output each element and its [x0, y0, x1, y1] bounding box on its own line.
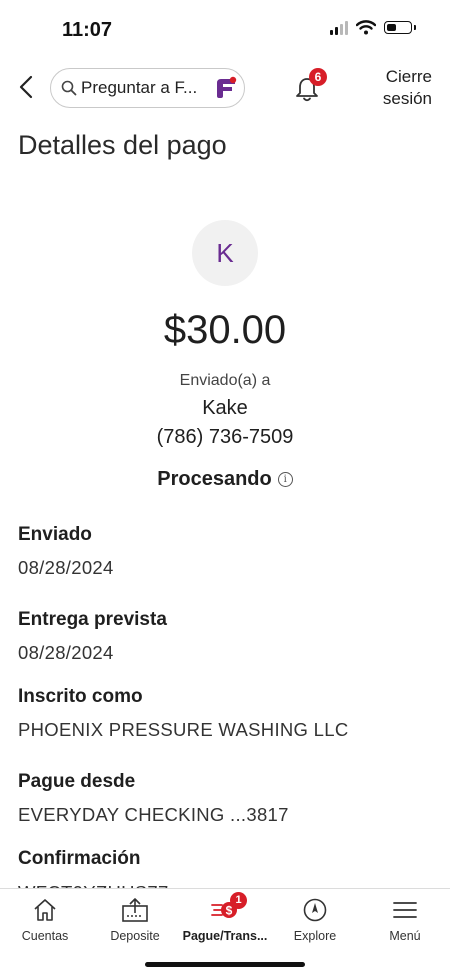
detail-sent-date: Enviado 08/28/2024 — [18, 524, 114, 579]
fargo-logo-icon — [217, 76, 237, 98]
signout-label-line2: sesión — [382, 89, 432, 108]
search-icon — [61, 80, 77, 96]
signout-link[interactable]: Cierre sesión — [352, 66, 432, 110]
payment-status: Procesando i — [0, 468, 450, 491]
home-indicator[interactable] — [145, 962, 305, 967]
cellular-signal-icon — [330, 20, 348, 35]
detail-value: 08/28/2024 — [18, 642, 114, 663]
detail-pay-from: Pague desde EVERYDAY CHECKING ...3817 — [18, 771, 289, 826]
payee-name: Kake — [202, 397, 248, 419]
tab-label: Explore — [293, 929, 337, 943]
status-bar: 11:07 — [0, 0, 450, 56]
search-placeholder: Preguntar a F... — [81, 78, 198, 97]
page-title: Detalles del pago — [18, 130, 227, 160]
tab-cuentas[interactable]: Cuentas — [0, 895, 90, 951]
detail-value: EVERYDAY CHECKING ...3817 — [18, 804, 289, 825]
status-icons — [330, 20, 416, 35]
detail-value: 08/28/2024 — [18, 557, 114, 578]
payment-amount: $30.00 — [163, 308, 287, 352]
detail-label: Inscrito como — [18, 686, 143, 707]
payee-phone: (786) 736-7509 — [156, 426, 294, 448]
payment-status-text: Procesando — [157, 468, 272, 490]
tab-badge: 1 — [230, 892, 247, 909]
notification-count-badge: 6 — [309, 68, 327, 86]
sent-to-label: Enviado(a) a — [179, 372, 271, 389]
chevron-left-icon — [19, 75, 33, 99]
info-icon[interactable]: i — [277, 472, 293, 487]
assistant-icon[interactable] — [210, 73, 240, 103]
tab-explore[interactable]: Explore — [270, 895, 360, 951]
tab-label: Deposite — [110, 929, 160, 943]
wifi-icon — [356, 20, 376, 35]
detail-label: Entrega prevista — [18, 609, 167, 630]
detail-label: Enviado — [18, 524, 92, 545]
tab-deposite[interactable]: Deposite — [90, 895, 180, 951]
assistant-search-input[interactable]: Preguntar a F... — [50, 68, 245, 108]
compass-icon — [303, 898, 327, 922]
tab-label: Pague/Trans... — [182, 929, 268, 943]
detail-label: Confirmación — [18, 848, 141, 869]
home-icon — [34, 899, 56, 921]
deposit-icon — [122, 898, 148, 922]
detail-enrolled-as: Inscrito como PHOENIX PRESSURE WASHING L… — [18, 686, 349, 741]
tab-menu[interactable]: Menú — [360, 895, 450, 951]
detail-label: Pague desde — [18, 771, 136, 792]
signout-label-line1: Cierre — [385, 67, 432, 86]
battery-icon — [384, 21, 416, 34]
menu-icon — [393, 902, 417, 918]
detail-confirmation: Confirmación — [18, 848, 140, 870]
tab-label: Menú — [389, 929, 421, 943]
back-button[interactable] — [14, 72, 38, 102]
detail-expected-delivery: Entrega prevista 08/28/2024 — [18, 609, 167, 664]
payee-avatar: K — [192, 220, 258, 286]
tab-label: Cuentas — [21, 929, 69, 943]
detail-value: PHOENIX PRESSURE WASHING LLC — [18, 719, 349, 740]
tab-pague-transfiera[interactable]: $ 1 Pague/Trans... — [180, 892, 270, 951]
status-time: 11:07 — [62, 19, 113, 41]
app-header: Preguntar a F... 6 Cierre sesión — [0, 60, 450, 116]
